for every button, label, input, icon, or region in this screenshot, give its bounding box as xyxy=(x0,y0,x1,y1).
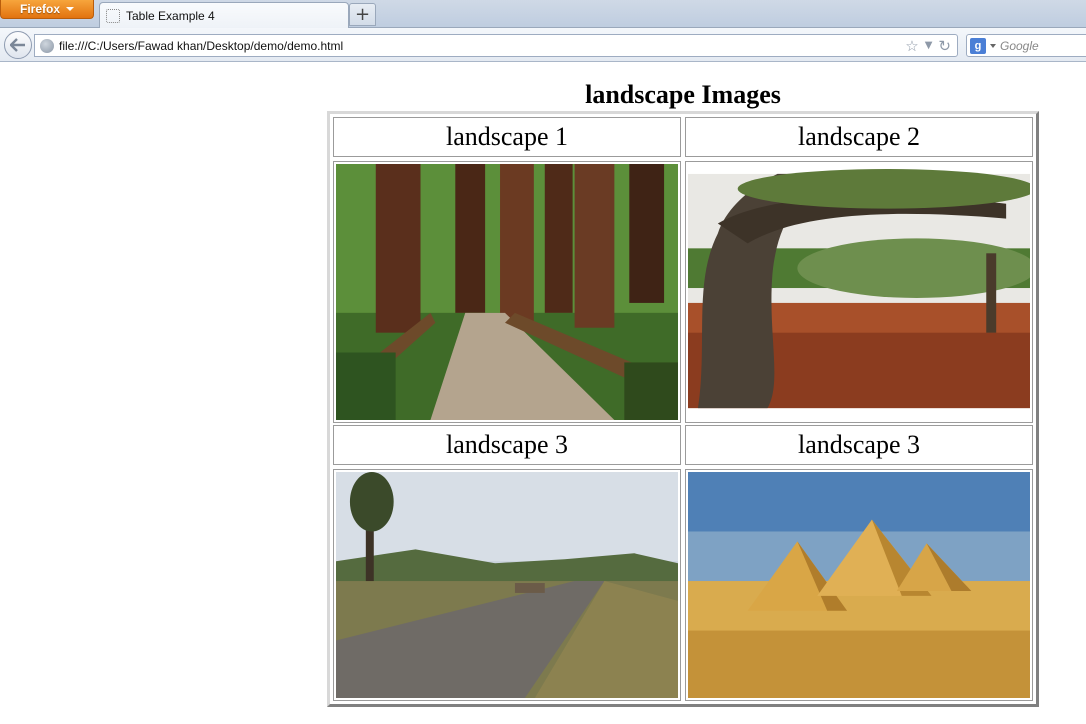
header-cell-4: landscape 3 xyxy=(685,425,1033,465)
google-engine-icon[interactable]: g xyxy=(970,37,986,54)
pyramids-image xyxy=(688,472,1030,698)
firefox-menu-button[interactable]: Firefox xyxy=(0,0,94,19)
tab-strip: Firefox Table Example 4 + xyxy=(0,0,1086,29)
history-dropdown-icon[interactable]: ▼ xyxy=(925,40,933,51)
firefox-menu-label: Firefox xyxy=(19,2,60,16)
search-input[interactable] xyxy=(1000,38,1080,53)
tab-title: Table Example 4 xyxy=(126,9,215,23)
back-arrow-icon xyxy=(10,38,25,52)
olive-grove-image xyxy=(688,164,1030,420)
image-cell-2 xyxy=(685,161,1033,423)
chevron-down-icon xyxy=(66,7,74,11)
image-cell-3 xyxy=(333,469,681,701)
address-input[interactable]: file:///C:/Users/Fawad khan/Desktop/demo… xyxy=(59,39,905,53)
tab-active[interactable]: Table Example 4 xyxy=(99,2,349,29)
engine-dropdown-icon[interactable] xyxy=(990,43,996,48)
forest-path-image xyxy=(336,164,678,420)
table-caption: landscape Images xyxy=(585,80,781,109)
search-bar[interactable]: g xyxy=(966,34,1086,57)
header-cell-1: landscape 1 xyxy=(333,117,681,157)
navigation-toolbar: file:///C:/Users/Fawad khan/Desktop/demo… xyxy=(0,28,1086,62)
bookmark-star-icon[interactable]: ☆ xyxy=(905,37,918,55)
globe-icon xyxy=(40,38,54,53)
address-bar[interactable]: file:///C:/Users/Fawad khan/Desktop/demo… xyxy=(34,34,958,57)
plus-icon: + xyxy=(354,4,371,25)
landscape-table: landscape 1 landscape 2 landscape 3 land… xyxy=(327,111,1039,707)
page-content: landscape Images landscape 1 landscape 2 xyxy=(0,63,1086,724)
header-cell-3: landscape 3 xyxy=(333,425,681,465)
new-tab-button[interactable]: + xyxy=(349,3,376,26)
reload-icon[interactable]: ↻ xyxy=(938,37,951,55)
blank-page-icon xyxy=(106,9,120,23)
country-road-image xyxy=(336,472,678,698)
back-button[interactable] xyxy=(4,31,32,59)
header-cell-2: landscape 2 xyxy=(685,117,1033,157)
image-cell-1 xyxy=(333,161,681,423)
image-cell-4 xyxy=(685,469,1033,701)
